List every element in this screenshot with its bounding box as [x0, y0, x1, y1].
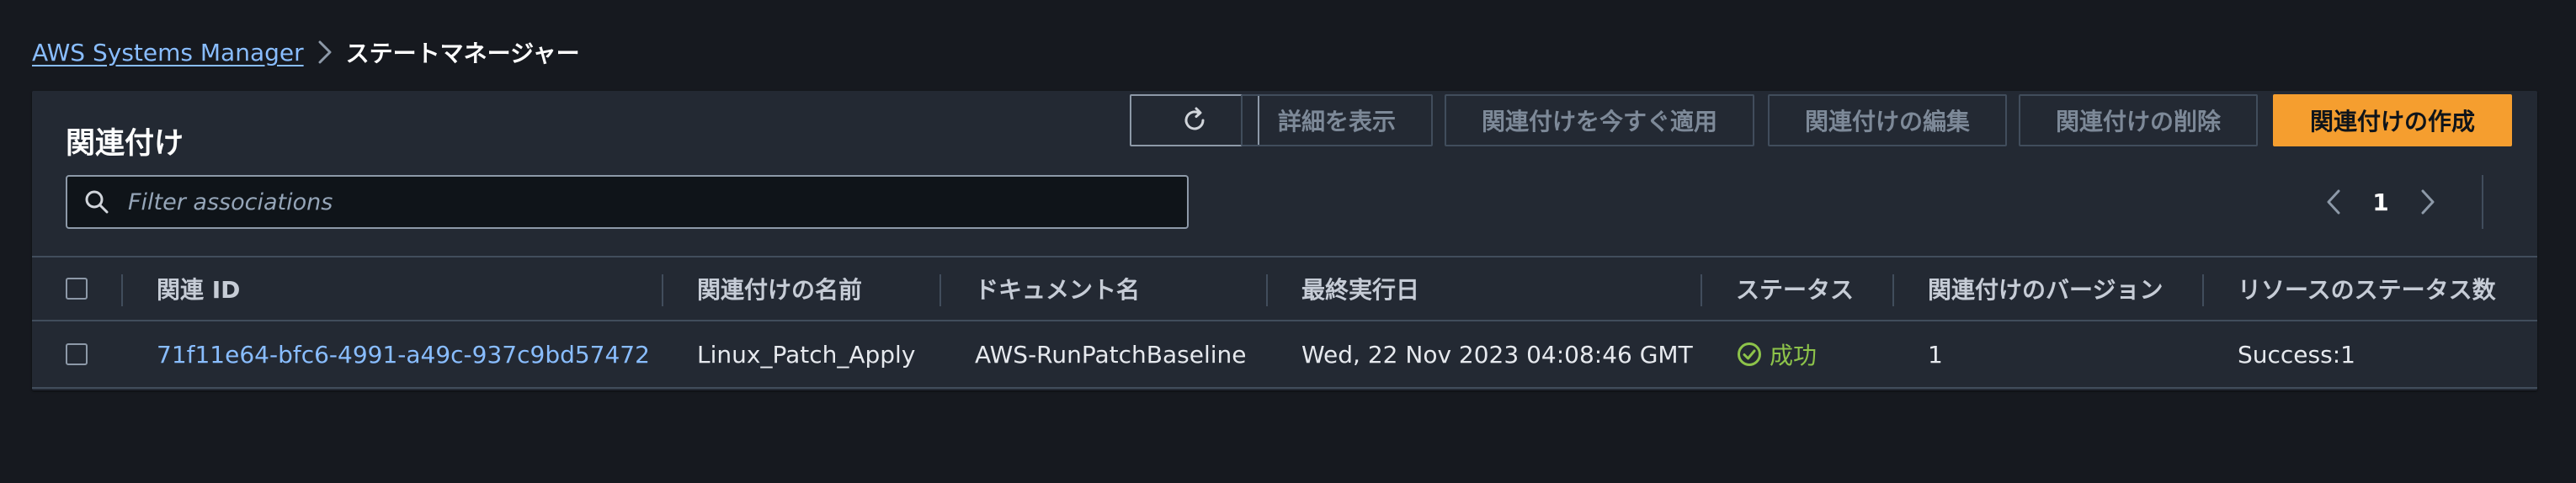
- table-row[interactable]: 71f11e64-bfc6-4991-a49c-937c9bd57472 Lin…: [32, 321, 2537, 389]
- column-divider: [1892, 274, 1894, 306]
- table-header: 関連 ID 関連付けの名前 ドキュメント名 最終実行日 ステータス 関連付けのバ…: [32, 256, 2537, 321]
- column-header-last-execution[interactable]: 最終実行日: [1301, 257, 1419, 320]
- check-circle-icon: [1736, 341, 1763, 368]
- column-header-version[interactable]: 関連付けのバージョン: [1928, 257, 2163, 320]
- associations-table: 関連 ID 関連付けの名前 ドキュメント名 最終実行日 ステータス 関連付けのバ…: [32, 256, 2537, 389]
- select-all-checkbox-cell: [66, 257, 88, 320]
- search-icon: [67, 177, 126, 227]
- refresh-icon: [1180, 106, 1209, 135]
- status-text: 成功: [1770, 342, 1818, 369]
- column-header-resource-status[interactable]: リソースのステータス数: [2238, 257, 2496, 320]
- pagination-divider: [2482, 175, 2483, 229]
- breadcrumb-current: ステートマネージャー: [345, 40, 580, 67]
- chevron-right-icon[interactable]: [2404, 178, 2451, 226]
- panel-title: 関連付け: [66, 127, 184, 161]
- last-execution-date: Wed, 22 Nov 2023 04:08:46 GMT: [1301, 340, 1693, 369]
- apply-now-button[interactable]: 関連付けを今すぐ適用: [1445, 94, 1754, 146]
- view-details-button[interactable]: 詳細を表示: [1241, 94, 1433, 146]
- column-divider: [121, 274, 123, 306]
- breadcrumb: AWS Systems Manager ステートマネージャー: [32, 34, 580, 71]
- document-name: AWS-RunPatchBaseline: [975, 340, 1247, 369]
- column-divider: [2202, 274, 2204, 306]
- row-select-checkbox[interactable]: [66, 343, 88, 365]
- select-all-checkbox[interactable]: [66, 278, 88, 300]
- status-cell: 成功: [1736, 321, 1817, 387]
- resource-status-count: Success:1: [2238, 340, 2355, 369]
- breadcrumb-systems-manager-link[interactable]: AWS Systems Manager: [32, 39, 304, 66]
- current-page-number[interactable]: 1: [2357, 188, 2404, 216]
- association-name: Linux_Patch_Apply: [697, 340, 916, 369]
- edit-association-button[interactable]: 関連付けの編集: [1768, 94, 2007, 146]
- associations-panel: 関連付け 詳細を表示 関連付けを今すぐ適用 関連付けの編集 関連付けの削除 関連…: [32, 91, 2537, 390]
- pagination: 1: [2310, 175, 2537, 229]
- status-badge: 成功: [1736, 337, 1817, 371]
- delete-association-button[interactable]: 関連付けの削除: [2019, 94, 2258, 146]
- create-association-button[interactable]: 関連付けの作成: [2273, 94, 2512, 146]
- row-checkbox-cell: [66, 321, 88, 387]
- column-divider: [1700, 274, 1702, 306]
- refresh-button[interactable]: [1130, 94, 1259, 146]
- search-field[interactable]: [66, 175, 1189, 229]
- association-version: 1: [1928, 340, 1943, 369]
- chevron-right-icon: [304, 34, 346, 71]
- column-divider: [1266, 274, 1268, 306]
- filter-associations-input[interactable]: [126, 178, 1187, 226]
- column-header-association-id[interactable]: 関連 ID: [157, 257, 240, 320]
- column-divider: [939, 274, 941, 306]
- association-id-link[interactable]: 71f11e64-bfc6-4991-a49c-937c9bd57472: [157, 321, 650, 387]
- column-header-status[interactable]: ステータス: [1736, 257, 1854, 320]
- column-header-document[interactable]: ドキュメント名: [975, 257, 1140, 320]
- column-divider: [662, 274, 663, 306]
- column-header-name[interactable]: 関連付けの名前: [697, 257, 862, 320]
- chevron-left-icon[interactable]: [2310, 178, 2357, 226]
